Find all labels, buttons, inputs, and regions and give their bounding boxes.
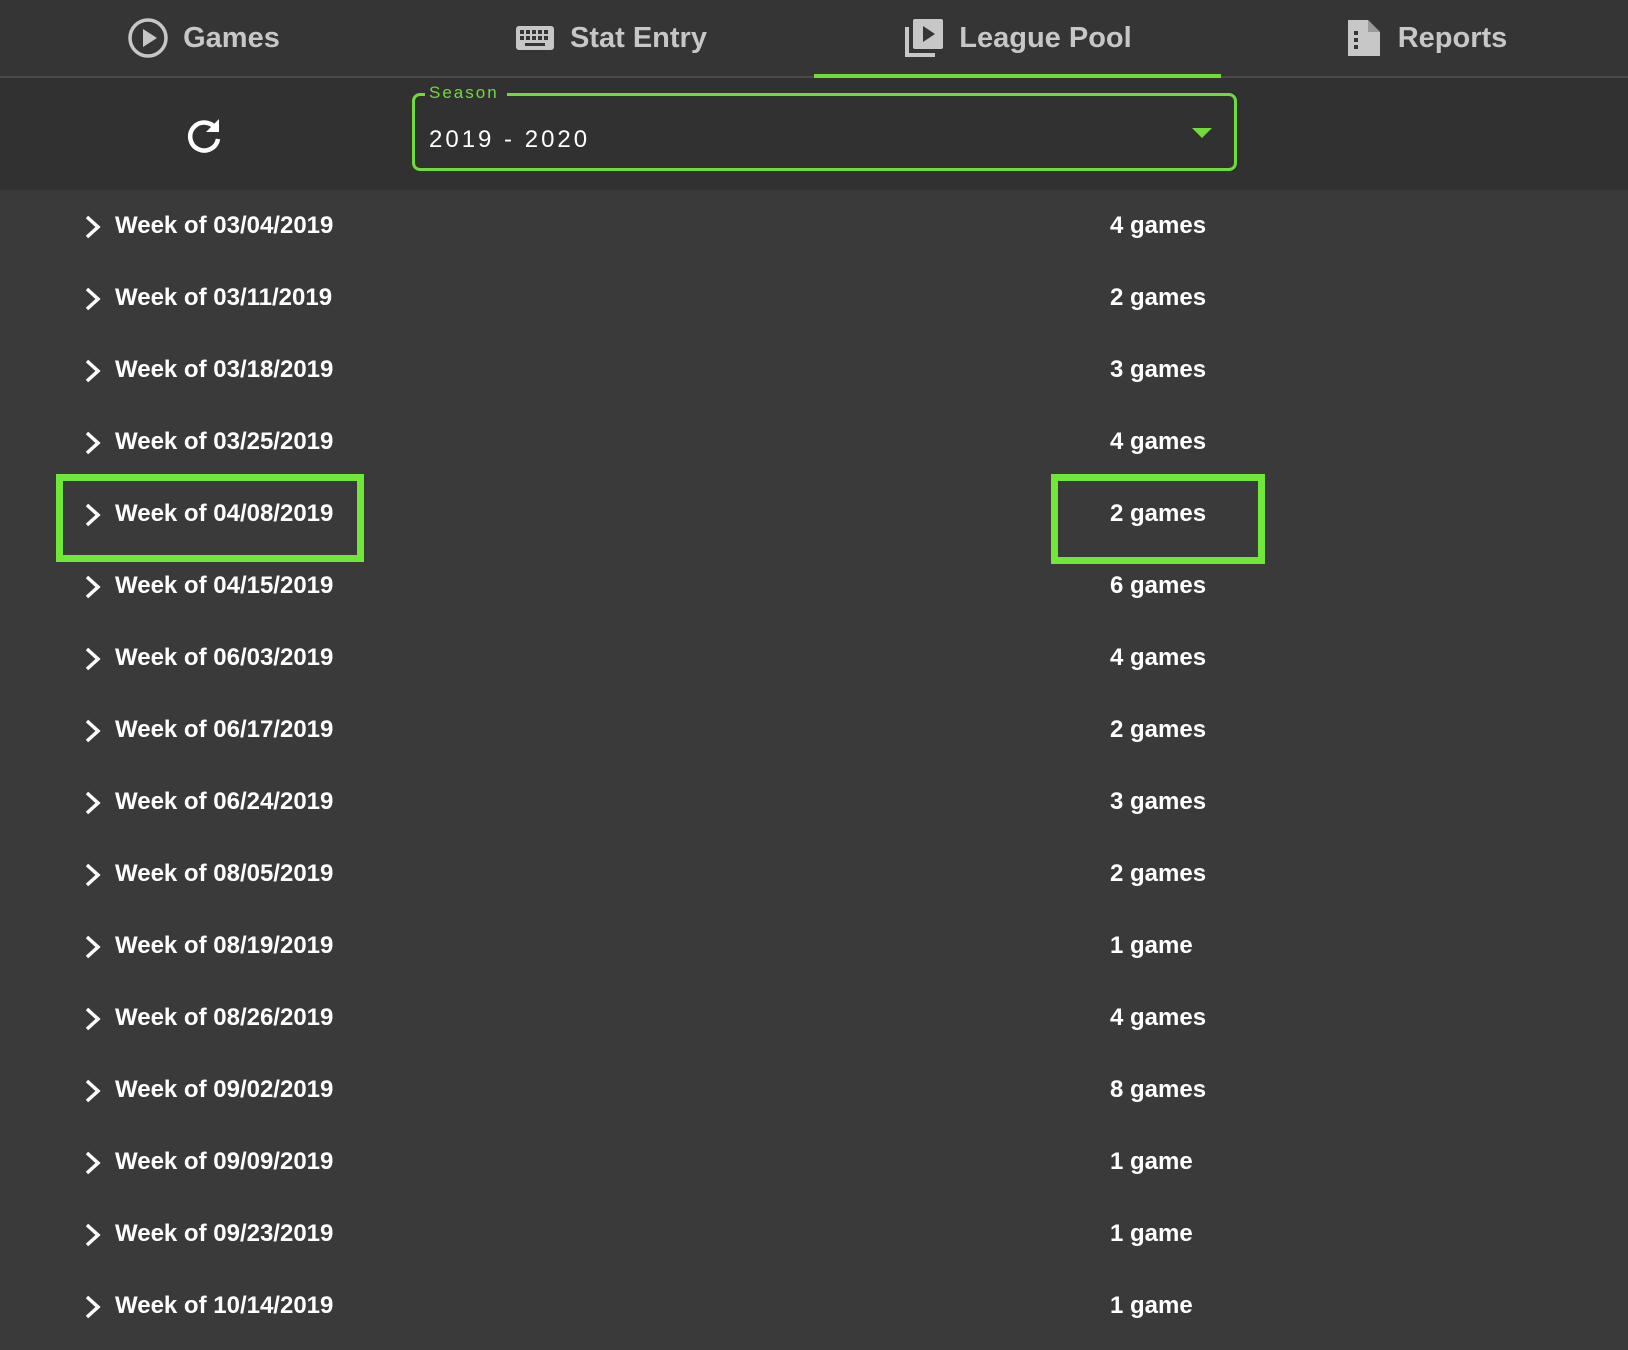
week-label: Week of 10/14/2019 [115, 1292, 334, 1319]
week-row[interactable]: Week of 09/02/2019 8 games [0, 1054, 1628, 1126]
game-count: 6 games [1110, 572, 1207, 599]
week-label: Week of 08/19/2019 [115, 932, 334, 959]
week-row[interactable]: Week of 03/11/2019 2 games [0, 262, 1628, 334]
week-label: Week of 04/08/2019 [115, 500, 334, 527]
chevron-right-icon[interactable] [82, 1149, 104, 1177]
week-label: Week of 03/11/2019 [115, 284, 333, 311]
tab-reports[interactable]: Reports [1221, 0, 1628, 76]
week-label: Week of 06/24/2019 [115, 788, 334, 815]
game-count: 1 game [1110, 1148, 1193, 1175]
week-row[interactable]: Week of 06/17/2019 2 games [0, 694, 1628, 766]
week-row[interactable]: Week of 06/24/2019 3 games [0, 766, 1628, 838]
week-row[interactable]: Week of 03/25/2019 4 games [0, 406, 1628, 478]
tab-games[interactable]: Games [0, 0, 407, 76]
week-label: Week of 09/23/2019 [115, 1220, 334, 1247]
tab-stat-entry[interactable]: Stat Entry [407, 0, 814, 76]
chevron-right-icon[interactable] [82, 1005, 104, 1033]
week-label: Week of 03/04/2019 [115, 212, 334, 239]
refresh-icon[interactable] [181, 114, 227, 160]
tab-league-pool[interactable]: League Pool [814, 0, 1221, 78]
chevron-right-icon[interactable] [82, 1221, 104, 1249]
week-label: Week of 04/15/2019 [115, 572, 334, 599]
chevron-right-icon[interactable] [82, 1077, 104, 1105]
chevron-right-icon[interactable] [82, 933, 104, 961]
week-row[interactable]: Week of 04/08/2019 2 games [0, 478, 1628, 550]
week-row[interactable]: Week of 04/15/2019 6 games [0, 550, 1628, 622]
week-row[interactable]: Week of 03/04/2019 4 games [0, 190, 1628, 262]
week-row[interactable]: Week of 08/26/2019 4 games [0, 982, 1628, 1054]
week-label: Week of 09/02/2019 [115, 1076, 334, 1103]
week-list: Week of 03/04/2019 4 games Week of 03/11/2… [0, 190, 1628, 1342]
tab-label: Reports [1397, 21, 1508, 54]
week-label: Week of 03/18/2019 [115, 356, 334, 383]
chevron-right-icon[interactable] [82, 429, 104, 457]
season-label: Season [425, 81, 507, 105]
game-count: 1 game [1110, 932, 1193, 959]
game-count: 2 games [1110, 716, 1207, 743]
week-row[interactable]: Week of 08/19/2019 1 game [0, 910, 1628, 982]
game-count: 3 games [1110, 356, 1207, 383]
game-count: 2 games [1110, 500, 1207, 527]
week-row[interactable]: Week of 10/14/2019 1 game [0, 1270, 1628, 1342]
chevron-right-icon[interactable] [82, 501, 104, 529]
game-count: 1 game [1110, 1220, 1193, 1247]
week-row[interactable]: Week of 06/03/2019 4 games [0, 622, 1628, 694]
play-circle-icon [127, 17, 169, 59]
game-count: 1 game [1110, 1292, 1193, 1319]
game-count: 4 games [1110, 212, 1207, 239]
chevron-right-icon[interactable] [82, 213, 104, 241]
game-count: 2 games [1110, 860, 1207, 887]
tab-label: Games [183, 21, 280, 54]
chevron-right-icon[interactable] [82, 861, 104, 889]
week-label: Week of 03/25/2019 [115, 428, 334, 455]
chevron-right-icon[interactable] [82, 357, 104, 385]
tab-label: League Pool [959, 21, 1132, 54]
game-count: 8 games [1110, 1076, 1207, 1103]
week-row[interactable]: Week of 09/09/2019 1 game [0, 1126, 1628, 1198]
chevron-right-icon[interactable] [82, 573, 104, 601]
week-label: Week of 06/17/2019 [115, 716, 334, 743]
week-label: Week of 08/26/2019 [115, 1004, 334, 1031]
week-row[interactable]: Week of 08/05/2019 2 games [0, 838, 1628, 910]
game-count: 3 games [1110, 788, 1207, 815]
week-label: Week of 08/05/2019 [115, 860, 334, 887]
game-count: 2 games [1110, 284, 1207, 311]
game-count: 4 games [1110, 428, 1207, 455]
chevron-right-icon[interactable] [82, 717, 104, 745]
week-row[interactable]: Week of 03/18/2019 3 games [0, 334, 1628, 406]
week-label: Week of 09/09/2019 [115, 1148, 334, 1175]
season-value: 2019 - 2020 [429, 126, 591, 153]
tab-label: Stat Entry [570, 21, 707, 54]
keyboard-icon [514, 17, 556, 59]
game-count: 4 games [1110, 644, 1207, 671]
document-icon [1342, 17, 1384, 59]
chevron-right-icon[interactable] [82, 645, 104, 673]
tab-bar: Games Stat Entry League Pool Reports [0, 0, 1628, 78]
chevron-right-icon[interactable] [82, 789, 104, 817]
week-label: Week of 06/03/2019 [115, 644, 334, 671]
season-select[interactable]: Season 2019 - 2020 [412, 81, 1237, 171]
week-row[interactable]: Week of 09/23/2019 1 game [0, 1198, 1628, 1270]
video-library-icon [903, 17, 945, 59]
dropdown-arrow-icon [1192, 128, 1212, 138]
game-count: 4 games [1110, 1004, 1207, 1031]
chevron-right-icon[interactable] [82, 285, 104, 313]
filter-bar: Season 2019 - 2020 [0, 78, 1628, 190]
chevron-right-icon[interactable] [82, 1293, 104, 1321]
